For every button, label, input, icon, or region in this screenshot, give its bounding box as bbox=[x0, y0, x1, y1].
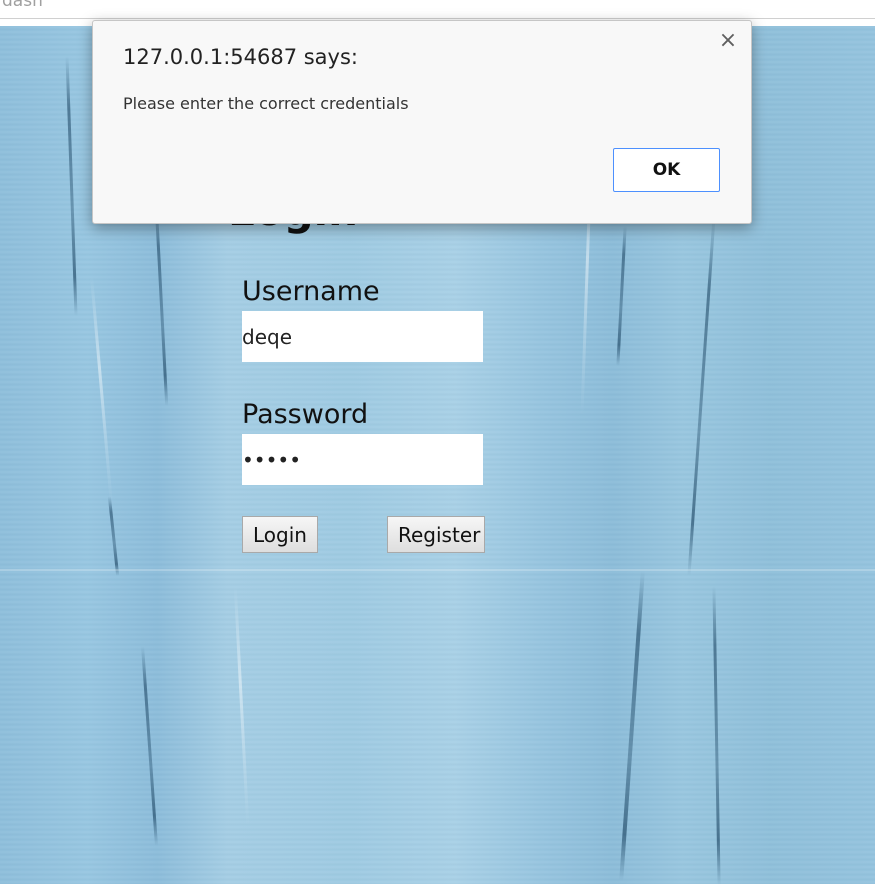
ice-crack bbox=[619, 571, 645, 881]
ice-crack bbox=[141, 646, 158, 846]
ok-button[interactable]: OK bbox=[613, 148, 720, 192]
ice-crack bbox=[687, 216, 716, 576]
dialog-message: Please enter the correct credentials bbox=[123, 94, 409, 113]
ice-crack bbox=[616, 226, 627, 366]
background-seam bbox=[0, 569, 875, 571]
password-input[interactable] bbox=[242, 434, 483, 485]
ice-highlight bbox=[233, 586, 250, 826]
browser-tab-strip: dash bbox=[0, 0, 875, 19]
close-icon[interactable]: × bbox=[717, 30, 739, 52]
alert-dialog: 127.0.0.1:54687 says: × Please enter the… bbox=[92, 20, 752, 224]
ice-crack bbox=[154, 206, 169, 406]
login-button[interactable]: Login bbox=[242, 516, 318, 553]
dialog-title: 127.0.0.1:54687 says: bbox=[123, 45, 358, 69]
ice-crack bbox=[712, 585, 721, 884]
username-input[interactable] bbox=[242, 311, 483, 362]
username-label: Username bbox=[242, 276, 380, 307]
tab-title[interactable]: dash bbox=[2, 0, 43, 11]
register-button[interactable]: Register bbox=[387, 516, 485, 553]
ice-highlight bbox=[89, 276, 114, 506]
ice-crack bbox=[65, 56, 78, 316]
password-label: Password bbox=[242, 399, 369, 430]
ice-crack bbox=[107, 496, 120, 576]
